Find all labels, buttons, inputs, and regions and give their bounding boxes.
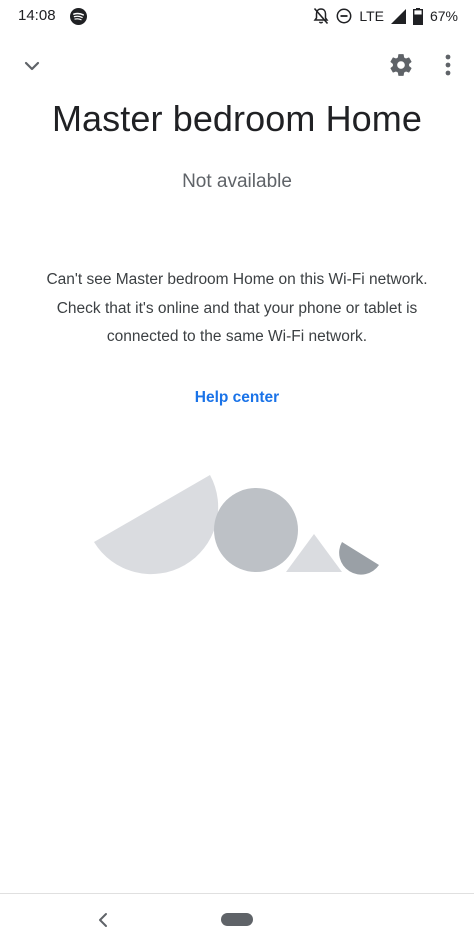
status-icons: LTE 67% (313, 6, 458, 26)
do-not-disturb-icon (336, 8, 352, 24)
more-options-button[interactable] (436, 50, 460, 80)
nav-back-button[interactable] (92, 908, 114, 932)
home-pill[interactable] (221, 913, 253, 926)
gear-icon (390, 54, 412, 76)
settings-button[interactable] (386, 50, 416, 80)
battery-icon (412, 7, 423, 25)
device-shapes-illustration (94, 475, 379, 575)
collapse-button[interactable] (18, 52, 46, 80)
help-center-link[interactable]: Help center (195, 389, 279, 406)
nav-divider (0, 893, 474, 894)
chevron-down-icon (24, 61, 40, 71)
notifications-off-icon (313, 7, 329, 25)
status-time: 14:08 (18, 7, 56, 24)
status-bar: 14:08 LTE 67% (0, 0, 474, 34)
small-semicircle-shape (339, 542, 379, 575)
signal-icon (390, 8, 406, 24)
back-icon (99, 913, 107, 927)
unavailable-message: Can't see Master bedroom Home on this Wi… (46, 271, 428, 345)
large-circle-shape (214, 488, 298, 572)
help-center-link-row: Help center (0, 389, 474, 407)
large-semicircle-shape (94, 475, 219, 575)
battery-level: 67% (429, 8, 458, 24)
device-status: Not available (182, 171, 292, 192)
spotify-icon (70, 8, 87, 25)
device-title: Master bedroom Home (51, 98, 423, 139)
more-vert-icon (445, 54, 451, 76)
network-type: LTE (359, 8, 384, 24)
